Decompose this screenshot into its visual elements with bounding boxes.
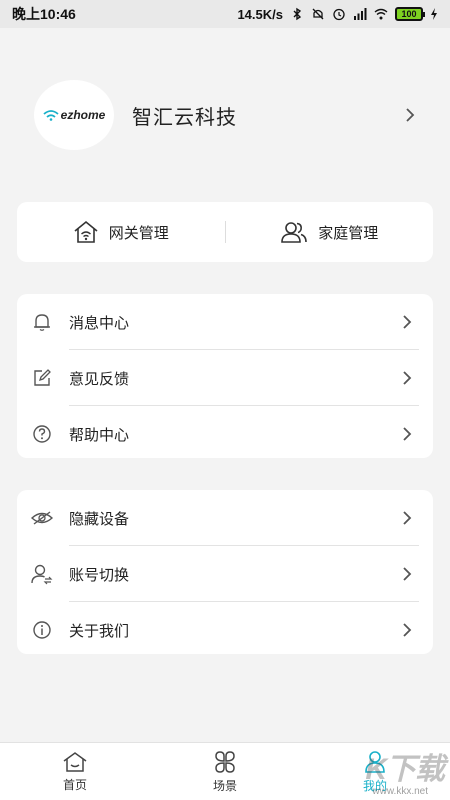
tab-home[interactable]: 首页 xyxy=(0,743,150,800)
quick-actions-card: 网关管理 家庭管理 xyxy=(17,202,433,262)
signal-icon xyxy=(354,8,367,20)
bell-icon xyxy=(31,311,53,333)
watermark: K下载 xyxy=(365,753,445,786)
chevron-right-icon xyxy=(403,511,412,525)
menu-item-label: 帮助中心 xyxy=(69,426,130,444)
tab-scene[interactable]: 场景 xyxy=(150,743,300,800)
account-switch-icon xyxy=(31,563,53,585)
info-icon xyxy=(31,619,53,641)
mute-icon xyxy=(312,8,324,20)
battery-indicator: 100 xyxy=(395,7,425,21)
menu-item-help-center[interactable]: 帮助中心 xyxy=(17,406,433,462)
profile-header[interactable]: ezhome 智汇云科技 xyxy=(0,70,450,160)
menu-group-2: 隐藏设备 账号切换 关于我们 xyxy=(17,490,433,654)
chevron-right-icon xyxy=(403,623,412,637)
tab-label: 场景 xyxy=(212,778,237,793)
home-icon xyxy=(63,751,87,772)
logo-wifi-icon xyxy=(43,110,59,121)
wifi-icon xyxy=(374,8,388,20)
chevron-right-icon xyxy=(403,315,412,329)
menu-item-about-us[interactable]: 关于我们 xyxy=(17,602,433,658)
menu-item-feedback[interactable]: 意见反馈 xyxy=(17,350,433,406)
profile-name: 智汇云科技 xyxy=(132,106,237,129)
menu-item-label: 账号切换 xyxy=(69,566,130,584)
bluetooth-icon xyxy=(293,7,302,21)
menu-item-label: 关于我们 xyxy=(69,622,130,640)
gateway-management-button[interactable]: 网关管理 xyxy=(17,202,225,262)
help-icon xyxy=(31,423,53,445)
family-management-label: 家庭管理 xyxy=(318,224,379,242)
watermark-url: www.kkx.net xyxy=(372,786,428,797)
chevron-right-icon xyxy=(406,108,415,122)
status-indicators: 14.5K/s 100 xyxy=(237,7,438,22)
family-management-button[interactable]: 家庭管理 xyxy=(226,202,434,262)
menu-item-label: 意见反馈 xyxy=(69,370,130,388)
eye-off-icon xyxy=(31,507,53,529)
chevron-right-icon xyxy=(403,567,412,581)
scene-icon xyxy=(215,750,235,773)
home-wifi-icon xyxy=(74,220,98,243)
logo-text: ezhome xyxy=(60,108,106,122)
menu-item-label: 消息中心 xyxy=(69,314,130,332)
status-time: 晚上10:46 xyxy=(12,6,76,22)
menu-item-label: 隐藏设备 xyxy=(69,510,130,528)
gateway-management-label: 网关管理 xyxy=(108,224,169,242)
menu-item-hidden-devices[interactable]: 隐藏设备 xyxy=(17,490,433,546)
menu-item-account-switch[interactable]: 账号切换 xyxy=(17,546,433,602)
net-speed: 14.5K/s xyxy=(237,6,283,22)
alarm-icon xyxy=(333,8,345,21)
edit-icon xyxy=(31,367,53,389)
charging-icon xyxy=(431,8,437,20)
menu-item-message-center[interactable]: 消息中心 xyxy=(17,294,433,350)
status-bar: 晚上10:46 14.5K/s 100 xyxy=(0,0,450,28)
users-icon xyxy=(281,222,308,243)
menu-group-1: 消息中心 意见反馈 帮助中心 xyxy=(17,294,433,458)
chevron-right-icon xyxy=(403,427,412,441)
chevron-right-icon xyxy=(403,371,412,385)
avatar: ezhome xyxy=(34,80,114,150)
tab-label: 首页 xyxy=(62,777,87,792)
brand-logo: ezhome xyxy=(43,108,106,122)
